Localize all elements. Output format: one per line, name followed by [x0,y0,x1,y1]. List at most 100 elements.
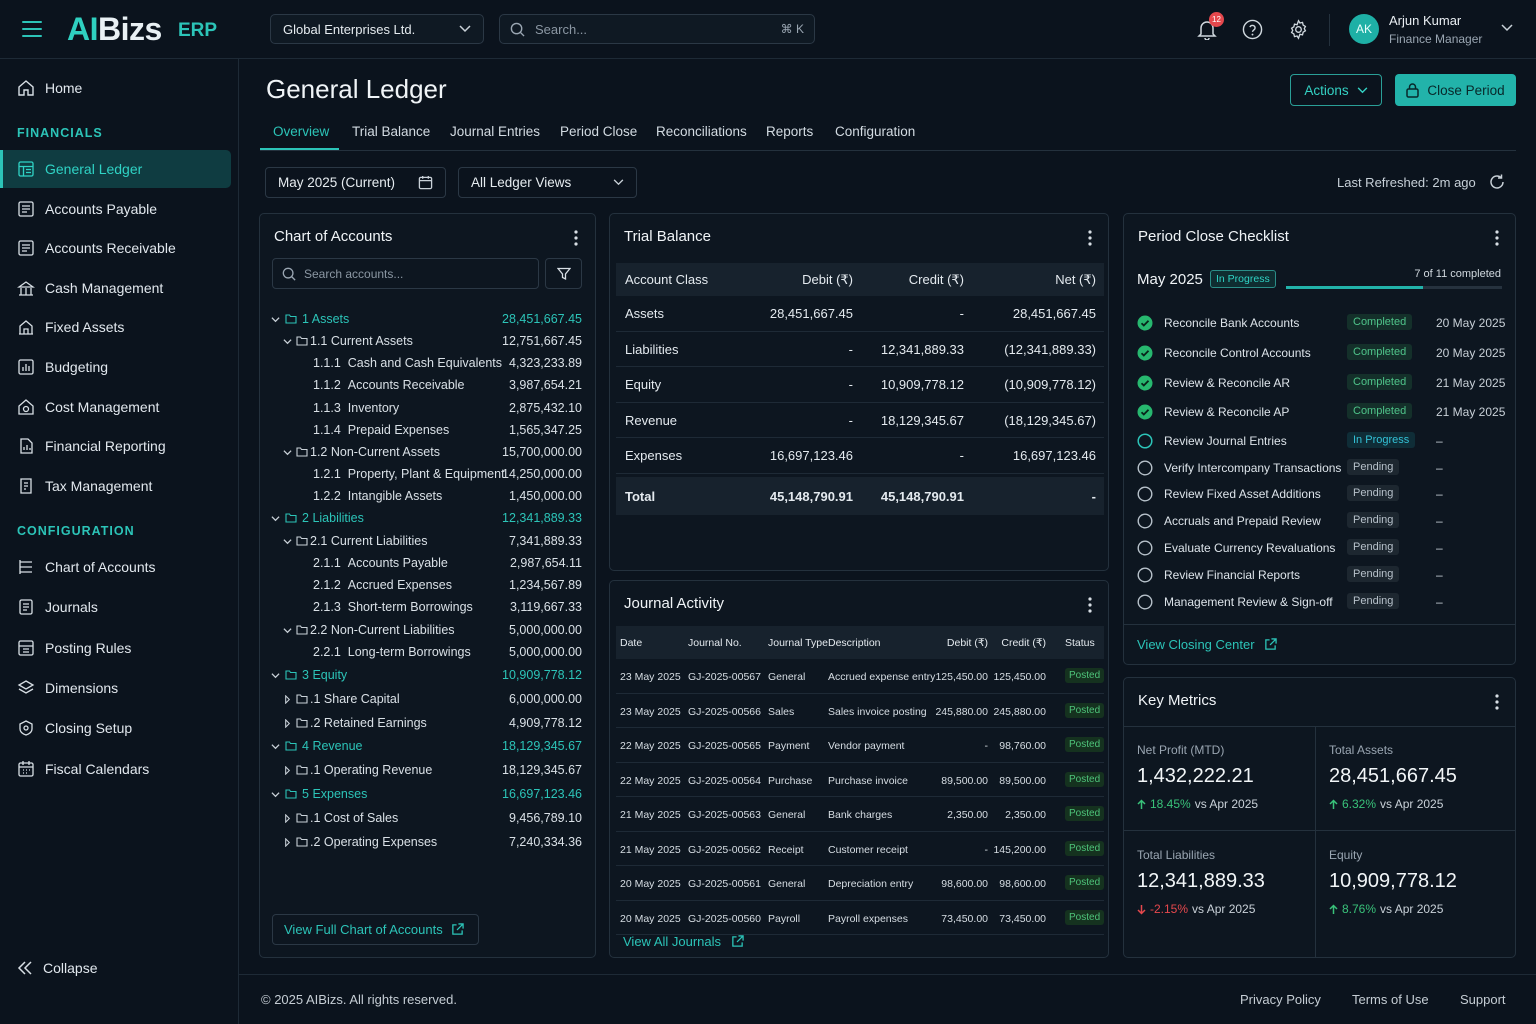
account-tree-row[interactable]: 1.1.3 Inventory 2,875,432.10 [260,398,595,420]
chevron-down-icon[interactable] [271,671,280,680]
chevron-down-icon[interactable] [271,514,280,523]
sidebar-item-posting-rules[interactable]: Posting Rules [0,629,231,667]
view-full-chart-link[interactable]: View Full Chart of Accounts [272,914,479,945]
account-tree-row[interactable]: 1.1.4 Prepaid Expenses 1,565,347.25 [260,420,595,442]
table-row[interactable]: 22 May 2025 GJ-2025-00564 Purchase Purchase… [616,763,1105,797]
sidebar-collapse-button[interactable]: Collapse [0,949,231,987]
account-tree-row[interactable]: 2.2 Non-Current Liabilities 5,000,000.00 [260,620,595,642]
account-tree-row[interactable]: 5 Expenses 16,697,123.46 [260,784,595,806]
sidebar-item-fixed-assets[interactable]: Fixed Assets [0,308,231,346]
empty-circle-icon[interactable] [1137,486,1153,502]
company-selector[interactable]: Global Enterprises Ltd. [270,14,484,44]
table-row[interactable]: 21 May 2025 GJ-2025-00562 Receipt Customer … [616,832,1105,866]
tab-reconciliations[interactable]: Reconciliations [656,124,747,139]
account-tree-row[interactable]: 2 Liabilities 12,341,889.33 [260,508,595,530]
sidebar-item-accounts-receivable[interactable]: Accounts Receivable [0,229,231,267]
table-row[interactable]: 20 May 2025 GJ-2025-00561 General Depreciat… [616,866,1105,901]
checklist-item[interactable]: Reconcile Bank Accounts Completed 20 May 2… [1124,310,1515,337]
tab-reports[interactable]: Reports [766,124,813,139]
view-closing-center-link[interactable]: View Closing Center [1137,637,1277,652]
empty-circle-icon[interactable] [1137,594,1153,610]
empty-circle-icon[interactable] [1137,540,1153,556]
sidebar-item-closing-setup[interactable]: Closing Setup [0,709,231,747]
checklist-item[interactable]: Review Financial Reports Pending – [1124,562,1515,589]
kebab-menu-icon[interactable] [1495,230,1499,246]
account-tree-row[interactable]: 2.1 Current Liabilities 7,341,889.33 [260,531,595,553]
sidebar-item-dimensions[interactable]: Dimensions [0,669,231,707]
account-tree-row[interactable]: .1 Cost of Sales 9,456,789.10 [260,808,595,830]
empty-circle-icon[interactable] [1137,513,1153,529]
empty-circle-icon[interactable] [1137,460,1153,476]
sidebar-item-cash-management[interactable]: Cash Management [0,269,231,307]
view-all-journals-link[interactable]: View All Journals [623,934,744,949]
sidebar-item-tax-management[interactable]: Tax Management [0,467,231,505]
account-tree-row[interactable]: 1.2.1 Property, Plant & Equipment 14,250,… [260,464,595,486]
filter-button[interactable] [545,258,582,289]
period-selector[interactable]: May 2025 (Current) [265,167,446,198]
chevron-right-icon[interactable] [283,838,292,847]
kebab-menu-icon[interactable] [1088,597,1092,613]
empty-circle-icon[interactable] [1137,567,1153,583]
checklist-item[interactable]: Review & Reconcile AR Completed 21 May 202… [1124,370,1515,397]
privacy-policy-link[interactable]: Privacy Policy [1240,992,1321,1007]
account-tree-row[interactable]: .2 Operating Expenses 7,240,334.36 [260,832,595,854]
table-row[interactable]: 23 May 2025 GJ-2025-00566 Sales Sales invoi… [616,694,1105,728]
account-tree-row[interactable]: 1.2 Non-Current Assets 15,700,000.00 [260,442,595,464]
account-tree-row[interactable]: 2.1.3 Short-term Borrowings 3,119,667.33 [260,597,595,619]
tab-journal-entries[interactable]: Journal Entries [450,124,540,139]
sidebar-item-fiscal-calendars[interactable]: Fiscal Calendars [0,750,231,788]
chevron-down-icon[interactable] [283,537,292,546]
account-tree-row[interactable]: 4 Revenue 18,129,345.67 [260,736,595,758]
chevron-right-icon[interactable] [283,695,292,704]
account-tree-row[interactable]: 1.1 Current Assets 12,751,667.45 [260,331,595,353]
tab-trial-balance[interactable]: Trial Balance [352,124,430,139]
checklist-item[interactable]: Reconcile Control Accounts Completed 20 Ma… [1124,340,1515,367]
check-circle-icon[interactable] [1137,345,1153,361]
app-logo[interactable]: AIBizs [67,11,162,48]
chevron-down-icon[interactable] [271,315,280,324]
table-row[interactable]: 22 May 2025 GJ-2025-00565 Payment Vendor pa… [616,728,1105,763]
table-row[interactable]: 23 May 2025 GJ-2025-00567 General Accrued e… [616,659,1105,694]
account-tree-row[interactable]: .1 Share Capital 6,000,000.00 [260,689,595,711]
chevron-right-icon[interactable] [283,719,292,728]
account-tree-row[interactable]: 2.1.2 Accrued Expenses 1,234,567.89 [260,575,595,597]
checklist-item[interactable]: Review Journal Entries In Progress – [1124,428,1515,455]
tab-configuration[interactable]: Configuration [835,124,915,139]
checklist-item[interactable]: Review & Reconcile AP Completed 21 May 202… [1124,399,1515,426]
account-tree-row[interactable]: 1.2.2 Intangible Assets 1,450,000.00 [260,486,595,508]
account-tree-row[interactable]: 1.1.1 Cash and Cash Equivalents 4,323,233… [260,353,595,375]
checklist-item[interactable]: Verify Intercompany Transactions Pending – [1124,455,1515,482]
chevron-down-icon[interactable] [271,790,280,799]
sidebar-item-cost-management[interactable]: Cost Management [0,388,231,426]
refresh-icon[interactable] [1488,173,1506,191]
support-link[interactable]: Support [1460,992,1506,1007]
chevron-down-icon[interactable] [283,626,292,635]
account-tree-row[interactable]: .2 Retained Earnings 4,909,778.12 [260,713,595,735]
account-tree-row[interactable]: 1 Assets 28,451,667.45 [260,309,595,331]
table-row[interactable]: 20 May 2025 GJ-2025-00560 Payroll Payroll e… [616,901,1105,935]
check-circle-icon[interactable] [1137,315,1153,331]
kebab-menu-icon[interactable] [574,230,578,246]
chevron-right-icon[interactable] [283,766,292,775]
sidebar-item-journals[interactable]: Journals [0,588,231,626]
actions-button[interactable]: Actions [1290,74,1382,106]
empty-circle-icon[interactable] [1137,433,1153,449]
ledger-view-select[interactable]: All Ledger Views [458,167,637,198]
account-tree-row[interactable]: .1 Operating Revenue 18,129,345.67 [260,760,595,782]
help-icon[interactable] [1242,19,1263,40]
sidebar-item-budgeting[interactable]: Budgeting [0,348,231,386]
account-tree-row[interactable]: 2.1.1 Accounts Payable 2,987,654.11 [260,553,595,575]
hamburger-menu-icon[interactable] [22,20,42,38]
checklist-item[interactable]: Accruals and Prepaid Review Pending – [1124,508,1515,535]
tab-period-close[interactable]: Period Close [560,124,637,139]
table-row[interactable]: 21 May 2025 GJ-2025-00563 General Bank char… [616,797,1105,832]
user-name[interactable]: Arjun Kumar [1389,13,1461,28]
chevron-down-icon[interactable] [271,742,280,751]
chevron-down-icon[interactable] [283,448,292,457]
user-avatar[interactable]: AK [1349,14,1379,44]
global-search-input[interactable]: Search... ⌘ K [499,14,815,44]
sidebar-item-financial-reporting[interactable]: Financial Reporting [0,427,231,465]
user-menu-chevron-icon[interactable] [1501,24,1513,32]
sidebar-item-chart-of-accounts[interactable]: Chart of Accounts [0,548,231,586]
close-period-button[interactable]: Close Period [1395,74,1516,106]
